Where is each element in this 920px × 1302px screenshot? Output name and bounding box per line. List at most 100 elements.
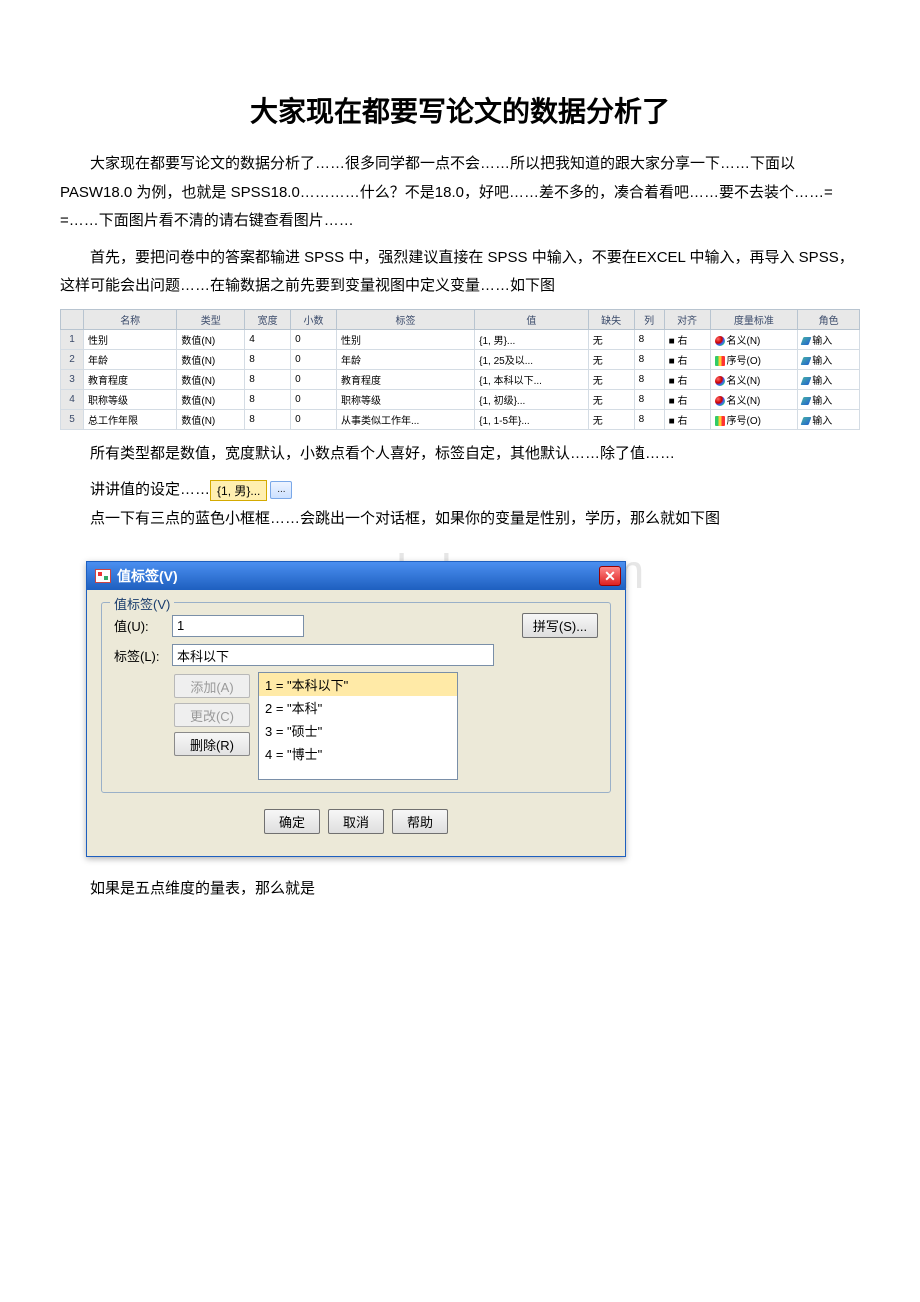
- value-labels-group: 值标签(V) 值(U): 拼写(S)... 标签(L): 添加(A): [101, 602, 611, 793]
- table-cell: 无: [588, 329, 634, 349]
- table-cell: 教育程度: [84, 369, 177, 389]
- table-cell: 8: [634, 369, 664, 389]
- table-cell: 8: [634, 329, 664, 349]
- value-labels-listbox[interactable]: 1 = "本科以下"2 = "本科"3 = "硕士"4 = "博士": [258, 672, 458, 780]
- role-icon: [801, 377, 812, 385]
- table-cell: ■ 右: [664, 369, 710, 389]
- measure-icon: [715, 336, 725, 346]
- column-header: 列: [634, 309, 664, 329]
- table-cell: 数值(N): [177, 329, 245, 349]
- table-cell: 输入: [798, 349, 860, 369]
- group-legend: 值标签(V): [110, 594, 174, 613]
- paragraph: 所有类型都是数值，宽度默认，小数点看个人喜好，标签自定，其他默认……除了值……: [60, 440, 860, 469]
- table-cell: 名义(N): [710, 389, 798, 409]
- table-cell: 序号(O): [710, 349, 798, 369]
- spell-button[interactable]: 拼写(S)...: [522, 613, 598, 638]
- table-cell: ■ 右: [664, 349, 710, 369]
- paragraph: 首先，要把问卷中的答案都输进 SPSS 中，强烈建议直接在 SPSS 中输入，不…: [60, 244, 860, 301]
- list-item[interactable]: 3 = "硕士": [259, 719, 457, 742]
- table-cell: 4: [61, 389, 84, 409]
- dialog-icon: [95, 569, 111, 583]
- table-cell: 8: [634, 409, 664, 429]
- table-cell: 输入: [798, 329, 860, 349]
- table-cell: 1: [61, 329, 84, 349]
- table-cell: 数值(N): [177, 409, 245, 429]
- table-cell: {1, 初级}...: [475, 389, 589, 409]
- table-cell: 8: [245, 349, 291, 369]
- add-button[interactable]: 添加(A): [174, 674, 250, 698]
- measure-icon: [715, 396, 725, 406]
- table-cell: 名义(N): [710, 369, 798, 389]
- column-header: 对齐: [664, 309, 710, 329]
- remove-button[interactable]: 删除(R): [174, 732, 250, 756]
- table-cell: 0: [291, 329, 337, 349]
- table-cell: {1, 25及以...: [475, 349, 589, 369]
- role-icon: [801, 337, 812, 345]
- table-cell: 职称等级: [336, 389, 474, 409]
- change-button[interactable]: 更改(C): [174, 703, 250, 727]
- table-cell: ■ 右: [664, 409, 710, 429]
- value-input[interactable]: [172, 615, 304, 637]
- close-icon[interactable]: ✕: [599, 566, 621, 586]
- ellipsis-button[interactable]: ...: [270, 481, 292, 499]
- table-cell: 0: [291, 389, 337, 409]
- paragraph: 如果是五点维度的量表，那么就是: [60, 875, 860, 904]
- column-header: 值: [475, 309, 589, 329]
- value-field-label: 值(U):: [114, 616, 166, 635]
- list-item[interactable]: 4 = "博士": [259, 742, 457, 765]
- table-cell: 3: [61, 369, 84, 389]
- table-row: 2年龄数值(N)80年龄{1, 25及以...无8■ 右序号(O)输入: [61, 349, 860, 369]
- table-cell: 输入: [798, 369, 860, 389]
- table-cell: 5: [61, 409, 84, 429]
- table-cell: 输入: [798, 389, 860, 409]
- column-header: 名称: [84, 309, 177, 329]
- table-cell: 8: [245, 369, 291, 389]
- label-field-label: 标签(L):: [114, 646, 166, 665]
- column-header: 缺失: [588, 309, 634, 329]
- paragraph: 点一下有三点的蓝色小框框……会跳出一个对话框，如果你的变量是性别，学历，那么就如…: [60, 505, 860, 534]
- role-icon: [801, 417, 812, 425]
- table-cell: {1, 男}...: [475, 329, 589, 349]
- list-item[interactable]: 2 = "本科": [259, 696, 457, 719]
- table-cell: {1, 1-5年}...: [475, 409, 589, 429]
- table-cell: ■ 右: [664, 389, 710, 409]
- document-page: 大家现在都要写论文的数据分析了 大家现在都要写论文的数据分析了……很多同学都一点…: [0, 0, 920, 952]
- paragraph: 大家现在都要写论文的数据分析了……很多同学都一点不会……所以把我知道的跟大家分享…: [60, 150, 860, 236]
- table-cell: ■ 右: [664, 329, 710, 349]
- list-item[interactable]: 1 = "本科以下": [259, 673, 457, 696]
- column-header: 小数: [291, 309, 337, 329]
- cancel-button[interactable]: 取消: [328, 809, 384, 834]
- table-cell: 0: [291, 349, 337, 369]
- table-cell: 名义(N): [710, 329, 798, 349]
- table-cell: 输入: [798, 409, 860, 429]
- table-cell: 数值(N): [177, 369, 245, 389]
- table-cell: 8: [634, 349, 664, 369]
- table-cell: 从事类似工作年...: [336, 409, 474, 429]
- table-cell: 无: [588, 389, 634, 409]
- table-cell: 性别: [84, 329, 177, 349]
- column-header: [61, 309, 84, 329]
- ok-button[interactable]: 确定: [264, 809, 320, 834]
- variable-view-table: 名称类型宽度小数标签值缺失列对齐度量标准角色 1性别数值(N)40性别{1, 男…: [60, 309, 860, 430]
- table-cell: 职称等级: [84, 389, 177, 409]
- table-cell: 年龄: [336, 349, 474, 369]
- role-icon: [801, 357, 812, 365]
- measure-icon: [715, 376, 725, 386]
- table-cell: 2: [61, 349, 84, 369]
- table-cell: 无: [588, 409, 634, 429]
- page-title: 大家现在都要写论文的数据分析了: [60, 90, 860, 130]
- table-cell: 性别: [336, 329, 474, 349]
- help-button[interactable]: 帮助: [392, 809, 448, 834]
- table-cell: 年龄: [84, 349, 177, 369]
- label-input[interactable]: [172, 644, 494, 666]
- table-cell: 0: [291, 369, 337, 389]
- measure-icon: [715, 416, 725, 426]
- column-header: 宽度: [245, 309, 291, 329]
- column-header: 类型: [177, 309, 245, 329]
- value-labels-dialog: 值标签(V) ✕ 值标签(V) 值(U): 拼写(S)... 标签(L):: [86, 561, 626, 857]
- paragraph: 讲讲值的设定……: [60, 476, 210, 505]
- value-cell-preview: {1, 男}...: [210, 480, 267, 501]
- table-row: 1性别数值(N)40性别{1, 男}...无8■ 右名义(N)输入: [61, 329, 860, 349]
- table-cell: 8: [245, 409, 291, 429]
- table-cell: 0: [291, 409, 337, 429]
